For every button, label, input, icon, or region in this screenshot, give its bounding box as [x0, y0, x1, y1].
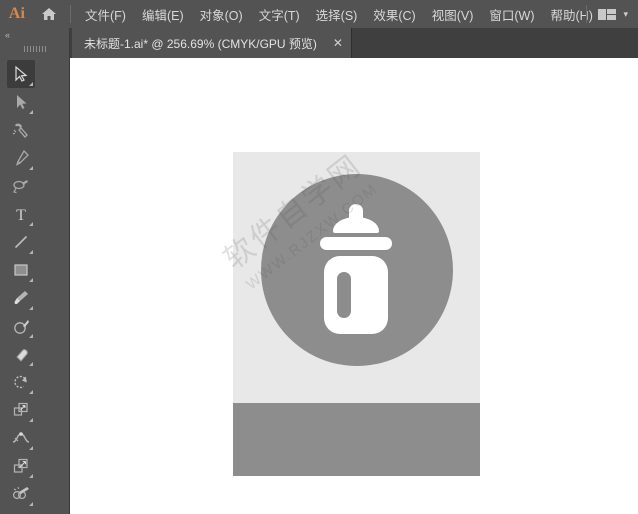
rectangle-tool[interactable]: [7, 256, 35, 284]
eraser-tool[interactable]: [7, 340, 35, 368]
menu-item-list: 文件(F) 编辑(E) 对象(O) 文字(T) 选择(S) 效果(C) 视图(V…: [77, 0, 601, 28]
ai-logo-icon: Ai: [8, 5, 26, 22]
paintbrush-tool[interactable]: [7, 284, 35, 312]
panel-grip[interactable]: [0, 42, 69, 56]
direct-selection-tool[interactable]: [7, 88, 35, 116]
tool-corner-indicator: [29, 390, 33, 394]
type-tool[interactable]: T: [7, 200, 35, 228]
tools-panel: « T: [0, 28, 70, 514]
bottle-nipple-base: [333, 217, 379, 233]
tool-list: T: [0, 56, 69, 514]
workspace-divider: [586, 5, 588, 23]
artwork-bottom-bar[interactable]: [233, 403, 480, 476]
shape-builder-tool[interactable]: [7, 480, 35, 508]
chevron-down-icon: ▾: [623, 8, 628, 19]
line-segment-tool[interactable]: [7, 228, 35, 256]
magic-wand-tool[interactable]: [7, 116, 35, 144]
width-tool[interactable]: [7, 424, 35, 452]
artboard[interactable]: 软件自学网 WWW.RJZXW.COM: [218, 149, 480, 476]
tool-corner-indicator: [29, 502, 33, 506]
tool-corner-indicator: [29, 306, 33, 310]
document-tab[interactable]: 未标题-1.ai* @ 256.69% (CMYK/GPU 预览) ✕: [72, 28, 352, 58]
bottle-gauge: [337, 272, 351, 318]
tool-corner-indicator: [29, 418, 33, 422]
lasso-tool[interactable]: [7, 172, 35, 200]
workspace-layout-icon: [598, 9, 617, 20]
document-canvas[interactable]: 软件自学网 WWW.RJZXW.COM: [70, 58, 638, 514]
selection-tool[interactable]: [7, 60, 35, 88]
menu-divider: [70, 5, 71, 23]
tool-corner-indicator: [29, 250, 33, 254]
menu-edit[interactable]: 编辑(E): [134, 0, 192, 28]
menu-view[interactable]: 视图(V): [424, 0, 482, 28]
home-icon[interactable]: [34, 0, 64, 28]
menu-effect[interactable]: 效果(C): [365, 0, 423, 28]
double-chevron-left-icon[interactable]: «: [0, 28, 69, 42]
tool-corner-indicator: [29, 166, 33, 170]
tool-corner-indicator: [29, 110, 33, 114]
menu-file[interactable]: 文件(F): [77, 0, 134, 28]
menu-bar-right: ▾: [580, 0, 632, 28]
perspective-grid-tool[interactable]: [7, 508, 35, 514]
bottle-body: [324, 256, 388, 334]
tool-corner-indicator: [29, 334, 33, 338]
menu-bar: Ai 文件(F) 编辑(E) 对象(O) 文字(T) 选择(S) 效果(C) 视…: [0, 0, 638, 28]
document-tab-bar: 未标题-1.ai* @ 256.69% (CMYK/GPU 预览) ✕: [70, 28, 638, 58]
baby-bottle-icon[interactable]: [315, 204, 397, 334]
menu-object[interactable]: 对象(O): [192, 0, 251, 28]
pen-tool[interactable]: [7, 144, 35, 172]
tool-corner-indicator: [29, 278, 33, 282]
bottle-collar: [320, 237, 392, 250]
svg-text:T: T: [16, 207, 26, 223]
tool-corner-indicator: [29, 474, 33, 478]
scale-tool[interactable]: [7, 396, 35, 424]
workspace-switcher[interactable]: ▾: [593, 7, 632, 21]
tool-corner-indicator: [29, 446, 33, 450]
rotate-tool[interactable]: [7, 368, 35, 396]
shaper-tool[interactable]: [7, 312, 35, 340]
close-icon[interactable]: ✕: [331, 37, 345, 49]
menu-window[interactable]: 窗口(W): [481, 0, 542, 28]
document-tab-label: 未标题-1.ai* @ 256.69% (CMYK/GPU 预览): [84, 36, 317, 51]
tool-corner-indicator: [29, 362, 33, 366]
free-transform-tool[interactable]: [7, 452, 35, 480]
menu-type[interactable]: 文字(T): [251, 0, 308, 28]
tool-corner-indicator: [29, 82, 33, 86]
tool-corner-indicator: [29, 222, 33, 226]
menu-select[interactable]: 选择(S): [308, 0, 366, 28]
illustrator-window: Ai 文件(F) 编辑(E) 对象(O) 文字(T) 选择(S) 效果(C) 视…: [0, 0, 638, 514]
